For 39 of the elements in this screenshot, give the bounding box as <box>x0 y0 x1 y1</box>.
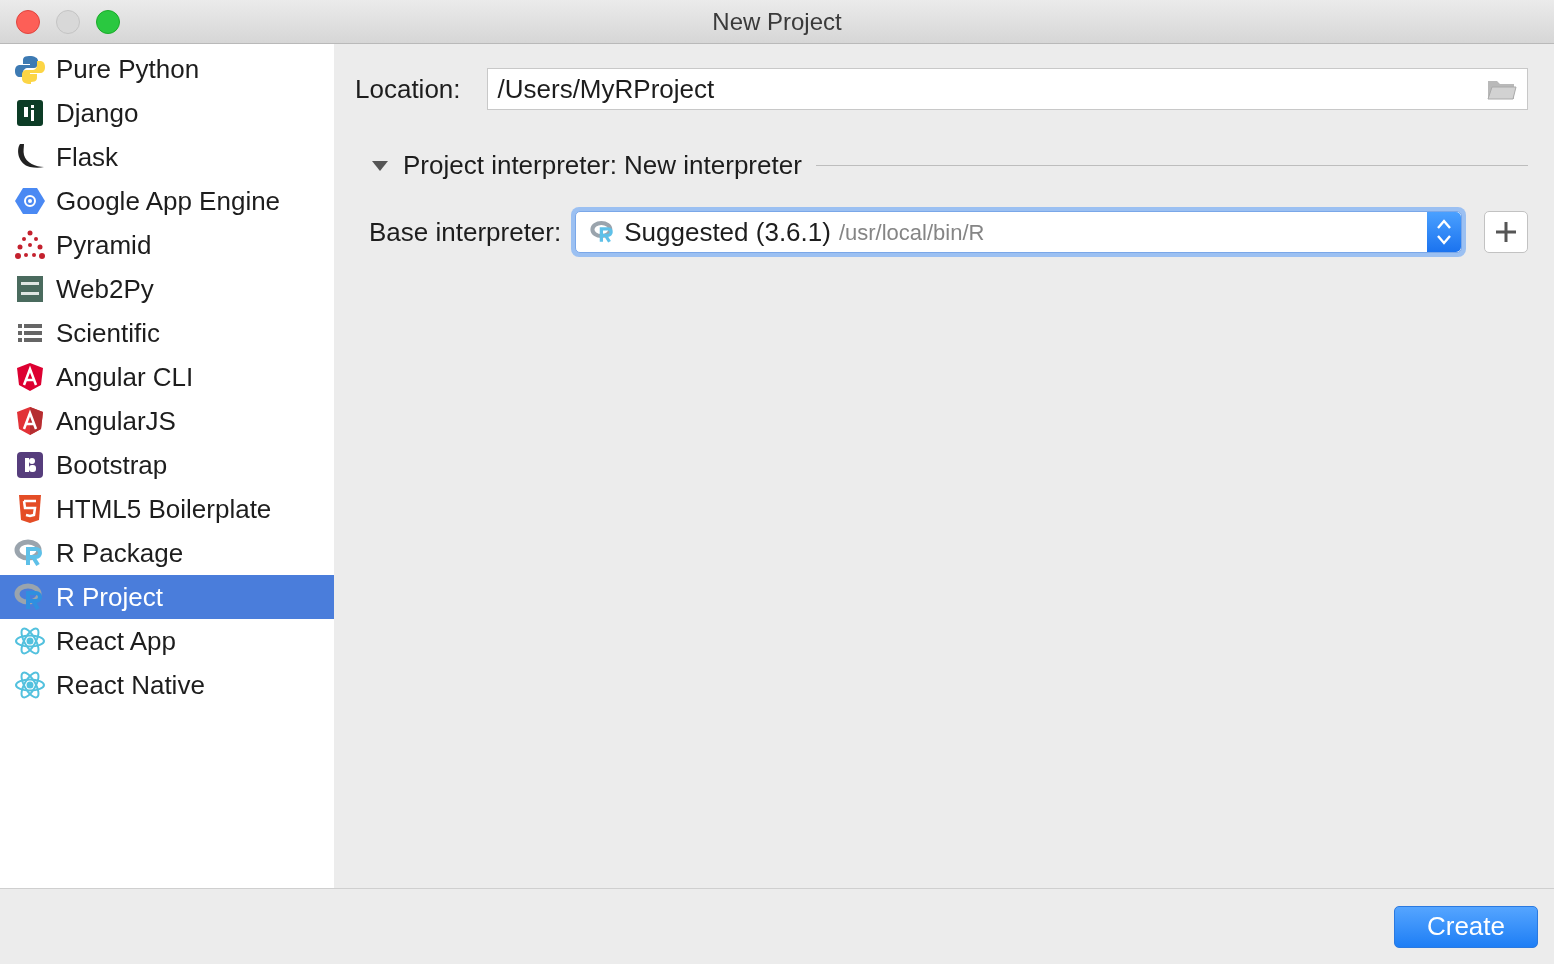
hexagon-icon <box>14 185 46 217</box>
sidebar-item[interactable]: Bootstrap <box>0 443 334 487</box>
shield-icon <box>14 405 46 437</box>
base-interpreter-label: Base interpreter: <box>369 215 562 249</box>
interpreter-path: /usr/local/bin/R <box>838 218 985 247</box>
square-icon <box>14 273 46 305</box>
atom-icon <box>14 625 46 657</box>
section-title: Project interpreter: New interpreter <box>403 149 802 182</box>
sidebar-item[interactable]: Web2Py <box>0 267 334 311</box>
add-button[interactable] <box>1484 211 1528 253</box>
sidebar-item[interactable]: R Project <box>0 575 334 619</box>
stepper-icon[interactable] <box>1436 218 1452 246</box>
sidebar-item[interactable]: HTML5 Boilerplate <box>0 487 334 531</box>
location-field[interactable]: /Users/MyRProject <box>486 68 1528 110</box>
window-title: New Project <box>712 6 842 37</box>
dots-icon <box>14 229 46 261</box>
close-icon[interactable] <box>16 10 40 34</box>
sidebar-item[interactable]: React Native <box>0 663 334 707</box>
location-label: Location: <box>355 72 461 106</box>
python-icon <box>14 53 46 85</box>
sidebar-item[interactable]: Pure Python <box>0 47 334 91</box>
interpreter-value: Suggested (3.6.1) <box>624 215 831 249</box>
square-icon <box>14 449 46 481</box>
plus-icon <box>1495 221 1517 243</box>
sidebar-item[interactable]: Pyramid <box>0 223 334 267</box>
sidebar-item[interactable]: Scientific <box>0 311 334 355</box>
sidebar-item[interactable]: AngularJS <box>0 399 334 443</box>
sidebar-item[interactable]: Angular CLI <box>0 355 334 399</box>
folder-icon[interactable] <box>1487 78 1517 100</box>
zoom-icon[interactable] <box>96 10 120 34</box>
sidebar-item[interactable]: Google App Engine <box>0 179 334 223</box>
sidebar-item[interactable]: React App <box>0 619 334 663</box>
sidebar-item[interactable]: R Package <box>0 531 334 575</box>
sidebar-item[interactable]: Django <box>0 91 334 135</box>
sidebar-item[interactable]: Flask <box>0 135 334 179</box>
atom-icon <box>14 669 46 701</box>
django-icon <box>14 97 46 129</box>
shield-icon <box>14 361 46 393</box>
interpreter-dropdown[interactable]: Suggested (3.6.1) /usr/local/bin/R <box>571 207 1466 257</box>
